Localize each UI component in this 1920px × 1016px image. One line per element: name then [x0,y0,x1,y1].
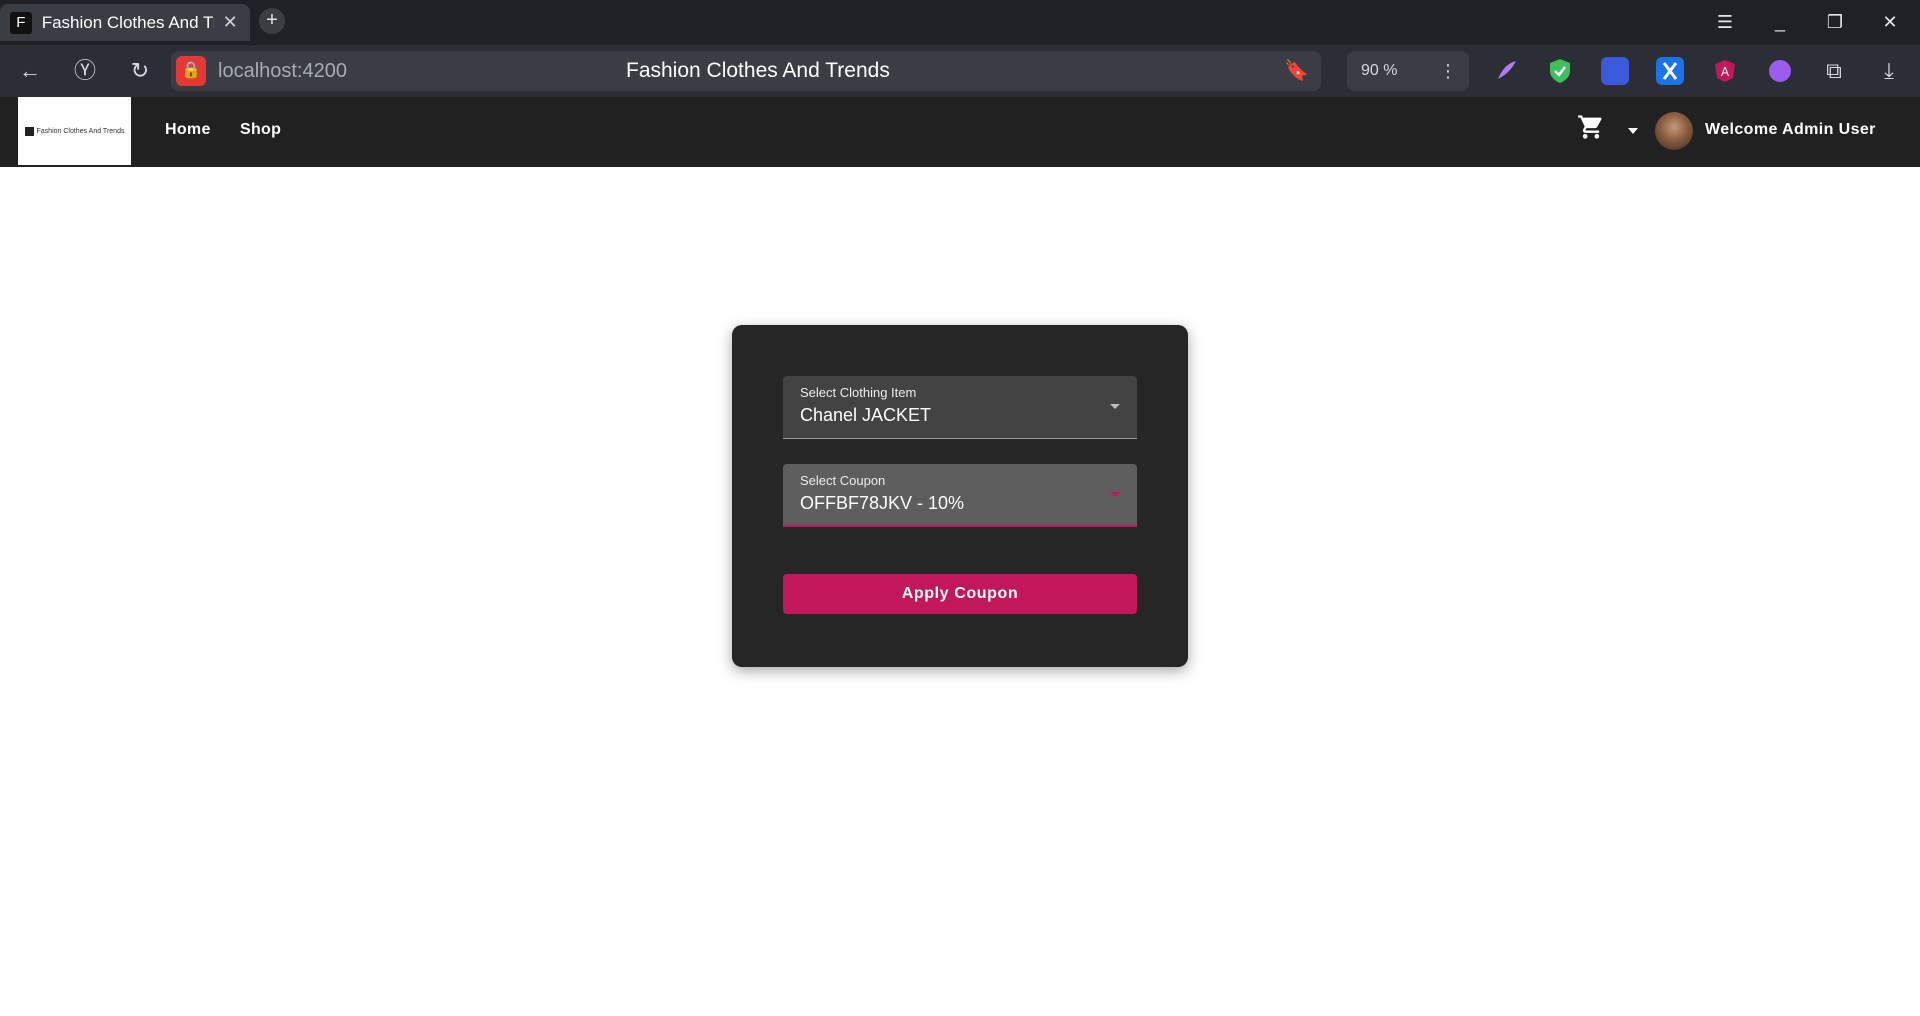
nav-shop-link[interactable]: Shop [240,121,281,139]
restore-button[interactable]: ❐ [1820,8,1850,36]
connection-icon[interactable]: 🔒 [176,56,206,86]
cart-icon[interactable] [1577,113,1605,141]
svg-text:A: A [1721,65,1730,79]
purple-extension-icon[interactable] [1766,57,1794,85]
reload-icon[interactable]: ↻ [124,55,156,87]
address-bar[interactable]: 🔒 localhost:4200 Fashion Clothes And Tre… [171,51,1321,91]
minimize-button[interactable]: _ [1765,8,1795,36]
zoom-level: 90 % [1361,62,1398,79]
chevron-down-icon [1110,492,1120,497]
coupon-select[interactable]: Select Coupon OFFBF78JKV - 10% [783,464,1137,527]
close-tab-icon[interactable]: ✕ [220,12,240,33]
coupon-value: OFFBF78JKV - 10% [800,493,965,513]
logo-mark-icon [24,126,34,136]
apply-coupon-button[interactable]: Apply Coupon [783,574,1137,614]
clothing-item-value: Chanel JACKET [800,405,932,425]
download-icon[interactable]: ⤓ [1873,55,1905,87]
browser-toolbar: ← Ⓨ ↻ 🔒 localhost:4200 Fashion Clothes A… [0,45,1920,97]
browser-tab[interactable]: F Fashion Clothes And Trends ✕ [0,4,250,41]
page-title: Fashion Clothes And Trends [626,59,890,82]
nav-home-link[interactable]: Home [165,121,211,139]
clothing-item-label: Select Clothing Item [800,385,917,400]
tab-title: Fashion Clothes And Trends [41,12,215,32]
x-extension-icon[interactable] [1656,57,1684,85]
site-logo[interactable]: Fashion Clothes And Trends [18,97,131,165]
close-window-button[interactable]: ✕ [1875,8,1905,36]
clothing-item-select[interactable]: Select Clothing Item Chanel JACKET [783,376,1137,439]
app-navbar: Fashion Clothes And Trends Home Shop Wel… [0,97,1920,167]
coupon-label: Select Coupon [800,473,886,488]
chevron-down-icon [1110,404,1120,409]
vpn-extension-icon[interactable] [1601,57,1629,85]
logo-text: Fashion Clothes And Trends [36,127,125,135]
avatar[interactable] [1655,112,1693,150]
browser-menu-icon[interactable]: ☰ [1710,8,1740,36]
apply-coupon-card: Select Clothing Item Chanel JACKET Selec… [732,325,1188,667]
shield-extension-icon[interactable] [1546,57,1574,85]
extensions-icon[interactable]: ⧉ [1818,55,1850,87]
favicon-icon: F [10,11,32,34]
welcome-text[interactable]: Welcome Admin User [1705,121,1876,139]
url-text[interactable]: localhost:4200 [218,60,347,83]
angular-extension-icon[interactable]: A [1711,57,1739,85]
user-menu-caret-icon[interactable] [1628,128,1638,134]
browser-tab-strip: F Fashion Clothes And Trends ✕ + ☰ _ ❐ ✕ [0,0,1920,45]
more-icon[interactable]: ⋮ [1439,51,1457,91]
new-tab-button[interactable]: + [259,8,285,34]
back-icon[interactable]: ← [14,55,46,87]
yandex-icon[interactable]: Ⓨ [69,55,101,87]
bookmark-icon[interactable]: 🔖 [1284,58,1309,83]
feather-extension-icon[interactable] [1492,57,1520,85]
zoom-control[interactable]: 90 % ⋮ [1347,51,1469,91]
